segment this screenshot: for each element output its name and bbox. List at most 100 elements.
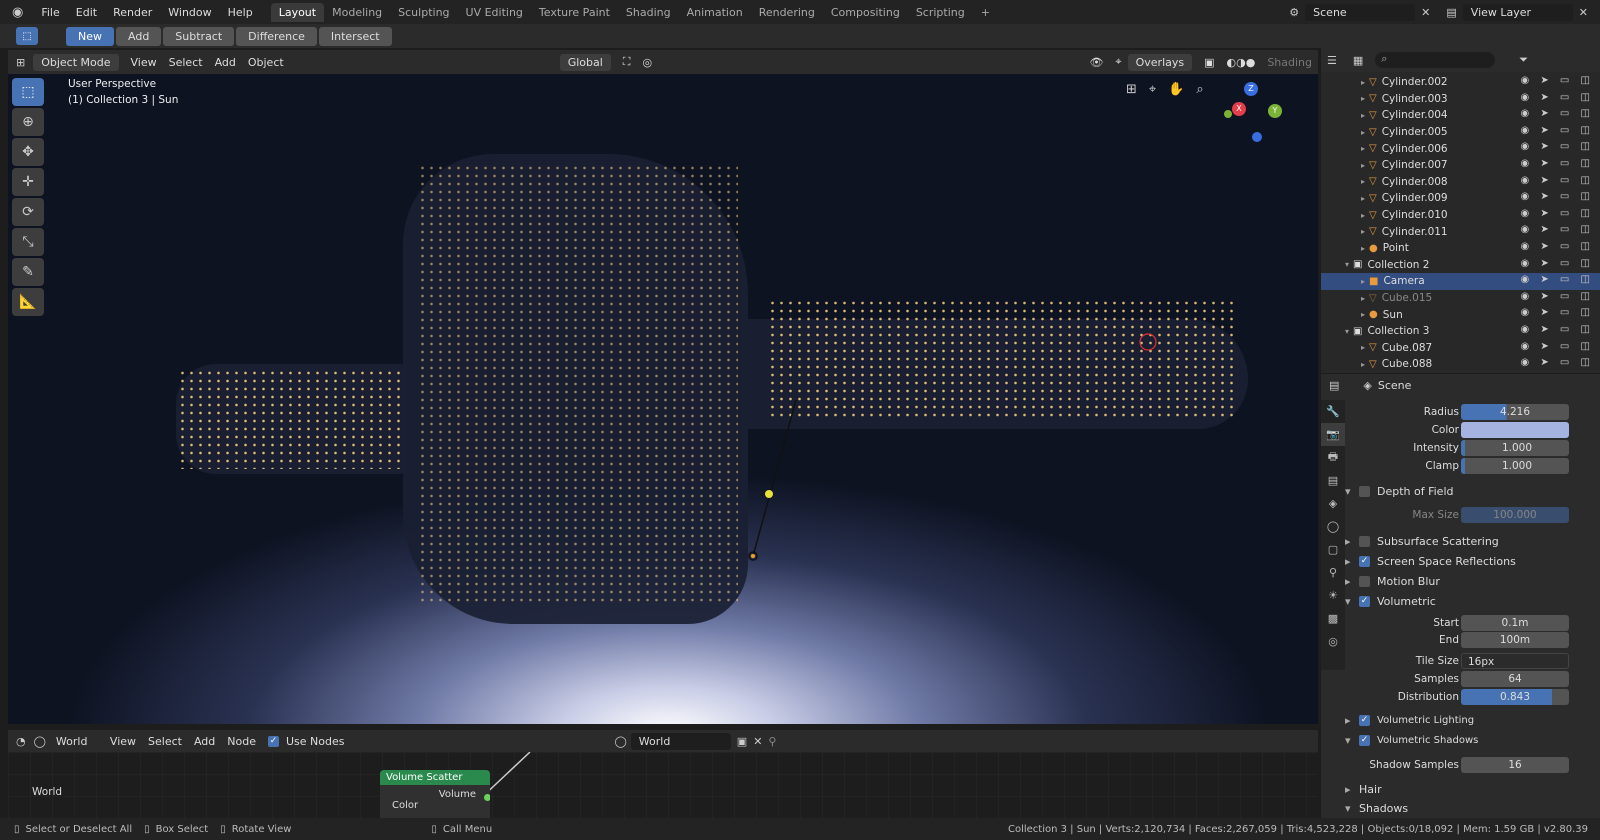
object-tab-icon[interactable]: ▢: [1321, 538, 1345, 561]
visibility-toggles-icon[interactable]: ◉ ➤ ▭ ◫: [1520, 92, 1594, 103]
expand-icon[interactable]: ▸: [1361, 78, 1365, 87]
world-tab-icon[interactable]: ◯: [1321, 515, 1345, 538]
outliner-row[interactable]: ▸ ▽ Cube.087 ◉ ➤ ▭ ◫: [1321, 340, 1600, 357]
tab-uv-editing[interactable]: UV Editing: [458, 3, 531, 22]
ssr-panel[interactable]: ▸ ✓ Screen Space Reflections: [1345, 552, 1595, 570]
radius-field[interactable]: 4.216: [1461, 404, 1569, 420]
expand-icon[interactable]: ▸: [1361, 194, 1365, 203]
measure-icon[interactable]: 📐: [12, 288, 44, 316]
outliner-row[interactable]: ▸ ▽ Cylinder.007 ◉ ➤ ▭ ◫: [1321, 157, 1600, 174]
vol-shadows-checkbox[interactable]: ✓: [1359, 734, 1370, 746]
node-menu-add[interactable]: Add: [188, 733, 221, 750]
outliner-row[interactable]: ▸ ▽ Cylinder.003 ◉ ➤ ▭ ◫: [1321, 91, 1600, 108]
close-view-layer-icon[interactable]: ✕: [1579, 6, 1588, 19]
scene-name-field[interactable]: Scene: [1305, 3, 1416, 21]
visibility-toggles-icon[interactable]: ◉ ➤ ▭ ◫: [1520, 224, 1594, 235]
visibility-toggles-icon[interactable]: ◉ ➤ ▭ ◫: [1520, 291, 1594, 302]
gizmo-toggle-icon[interactable]: ⌖: [1109, 53, 1127, 71]
color-swatch[interactable]: [1461, 422, 1569, 438]
expand-icon[interactable]: ▸: [1361, 144, 1365, 153]
expand-icon[interactable]: ▸: [1361, 111, 1365, 120]
menu-add[interactable]: Add: [209, 54, 242, 71]
outliner-row[interactable]: ▸ ▽ Cylinder.009 ◉ ➤ ▭ ◫: [1321, 190, 1600, 207]
visibility-toggles-icon[interactable]: ◉ ➤ ▭ ◫: [1520, 357, 1594, 368]
vol-lighting-checkbox[interactable]: ✓: [1359, 714, 1370, 726]
expand-icon[interactable]: ▸: [1361, 128, 1365, 137]
dof-checkbox[interactable]: [1359, 485, 1370, 497]
properties-type-icon[interactable]: ▤: [1329, 379, 1339, 392]
hair-panel[interactable]: ▸ Hair: [1345, 780, 1595, 798]
menu-view[interactable]: View: [125, 54, 163, 71]
render-tab-icon[interactable]: 📷: [1321, 423, 1345, 446]
sss-panel[interactable]: ▸ Subsurface Scattering: [1345, 532, 1595, 550]
close-scene-icon[interactable]: ✕: [1421, 6, 1430, 19]
outliner-row[interactable]: ▸ ● Sun ◉ ➤ ▭ ◫: [1321, 306, 1600, 323]
modifier-tab-icon[interactable]: ⚲: [1321, 561, 1345, 584]
expand-icon[interactable]: ▸: [1361, 227, 1365, 236]
nav-buttons[interactable]: ⊞⌖✋⌕: [1126, 82, 1216, 97]
expand-icon[interactable]: ▾: [1345, 327, 1349, 336]
display-mode-icon[interactable]: ▦: [1353, 54, 1363, 67]
dof-panel[interactable]: ▾ Depth of Field: [1345, 482, 1595, 500]
node-title[interactable]: Volume Scatter: [380, 770, 490, 785]
tab-compositing[interactable]: Compositing: [823, 3, 908, 22]
scene-icon[interactable]: ⚙: [1289, 6, 1299, 19]
expand-icon[interactable]: ▸: [1361, 94, 1365, 103]
menu-render[interactable]: Render: [105, 6, 160, 19]
shading-dropdown[interactable]: Shading: [1261, 54, 1318, 71]
tab-rendering[interactable]: Rendering: [751, 3, 823, 22]
scale-icon[interactable]: ⤡: [12, 228, 44, 256]
texture-tab-icon[interactable]: ▩: [1321, 607, 1345, 630]
rotate-icon[interactable]: ⟳: [12, 198, 44, 226]
select-box-icon[interactable]: ⬚: [12, 78, 44, 106]
expand-icon[interactable]: ▸: [1361, 277, 1365, 286]
physics-tab-icon[interactable]: ◎: [1321, 630, 1345, 653]
node-menu-select[interactable]: Select: [142, 733, 188, 750]
blender-logo-icon[interactable]: ◉: [0, 5, 33, 20]
filter-icon[interactable]: ⏷: [1519, 53, 1528, 67]
tile-size-dropdown[interactable]: 16px: [1461, 653, 1569, 669]
gizmo-neg-y[interactable]: [1224, 110, 1232, 118]
translate-icon[interactable]: ✛: [12, 168, 44, 196]
light-tab-icon[interactable]: ☀: [1321, 584, 1345, 607]
new-button[interactable]: New: [66, 26, 114, 46]
visibility-toggles-icon[interactable]: ◉ ➤ ▭ ◫: [1520, 341, 1594, 352]
proportional-edit-icon[interactable]: ◎: [636, 54, 658, 71]
navigation-gizmo[interactable]: Z X Y: [1222, 82, 1284, 144]
menu-file[interactable]: File: [33, 6, 67, 19]
tab-scripting[interactable]: Scripting: [908, 3, 973, 22]
select-tool-icon[interactable]: ⬚: [16, 27, 38, 45]
expand-icon[interactable]: ▸: [1361, 360, 1365, 369]
tab-texture-paint[interactable]: Texture Paint: [531, 3, 618, 22]
intersect-button[interactable]: Intersect: [318, 26, 392, 46]
distribution-field[interactable]: 0.843: [1461, 689, 1569, 705]
menu-help[interactable]: Help: [220, 6, 261, 19]
visibility-toggles-icon[interactable]: ◉ ➤ ▭ ◫: [1520, 75, 1594, 86]
annotate-icon[interactable]: ✎: [12, 258, 44, 286]
unlink-icon[interactable]: ✕: [753, 735, 762, 748]
outliner-row[interactable]: ▸ ▽ Cylinder.008 ◉ ➤ ▭ ◫: [1321, 174, 1600, 191]
3d-viewport[interactable]: User Perspective (1) Collection 3 | Sun …: [8, 74, 1318, 724]
visibility-toggles-icon[interactable]: ◉ ➤ ▭ ◫: [1520, 158, 1594, 169]
shadows-panel[interactable]: ▾ Shadows: [1345, 799, 1595, 817]
outliner-row[interactable]: ▸ ▽ Cube.088 ◉ ➤ ▭ ◫: [1321, 356, 1600, 373]
end-field[interactable]: 100m: [1461, 632, 1569, 648]
tab-sculpting[interactable]: Sculpting: [390, 3, 457, 22]
expand-icon[interactable]: ▸: [1361, 244, 1365, 253]
expand-icon[interactable]: ▸: [1361, 294, 1365, 303]
visibility-toggles-icon[interactable]: ◉ ➤ ▭ ◫: [1520, 274, 1594, 285]
gizmo-x[interactable]: X: [1232, 102, 1246, 116]
view-layer-icon[interactable]: ▤: [1446, 6, 1456, 19]
node-menu-view[interactable]: View: [104, 733, 142, 750]
volumetric-panel[interactable]: ▾ ✓ Volumetric: [1345, 592, 1595, 610]
vol-shadows-panel[interactable]: ▾ ✓ Volumetric Shadows: [1345, 731, 1595, 749]
expand-icon[interactable]: ▸: [1361, 177, 1365, 186]
outliner-row[interactable]: ▸ ▽ Cylinder.002 ◉ ➤ ▭ ◫: [1321, 74, 1600, 91]
volume-output-socket[interactable]: [484, 794, 490, 801]
outliner-row[interactable]: ▸ ■ Camera ◉ ➤ ▭ ◫: [1321, 273, 1600, 290]
node-editor-type-icon[interactable]: ◔: [8, 735, 34, 748]
outliner-row[interactable]: ▸ ▽ Cube.015 ◉ ➤ ▭ ◫: [1321, 290, 1600, 307]
editor-type-icon[interactable]: ⊞: [8, 56, 33, 69]
expand-icon[interactable]: ▸: [1361, 310, 1365, 319]
tab-animation[interactable]: Animation: [679, 3, 751, 22]
